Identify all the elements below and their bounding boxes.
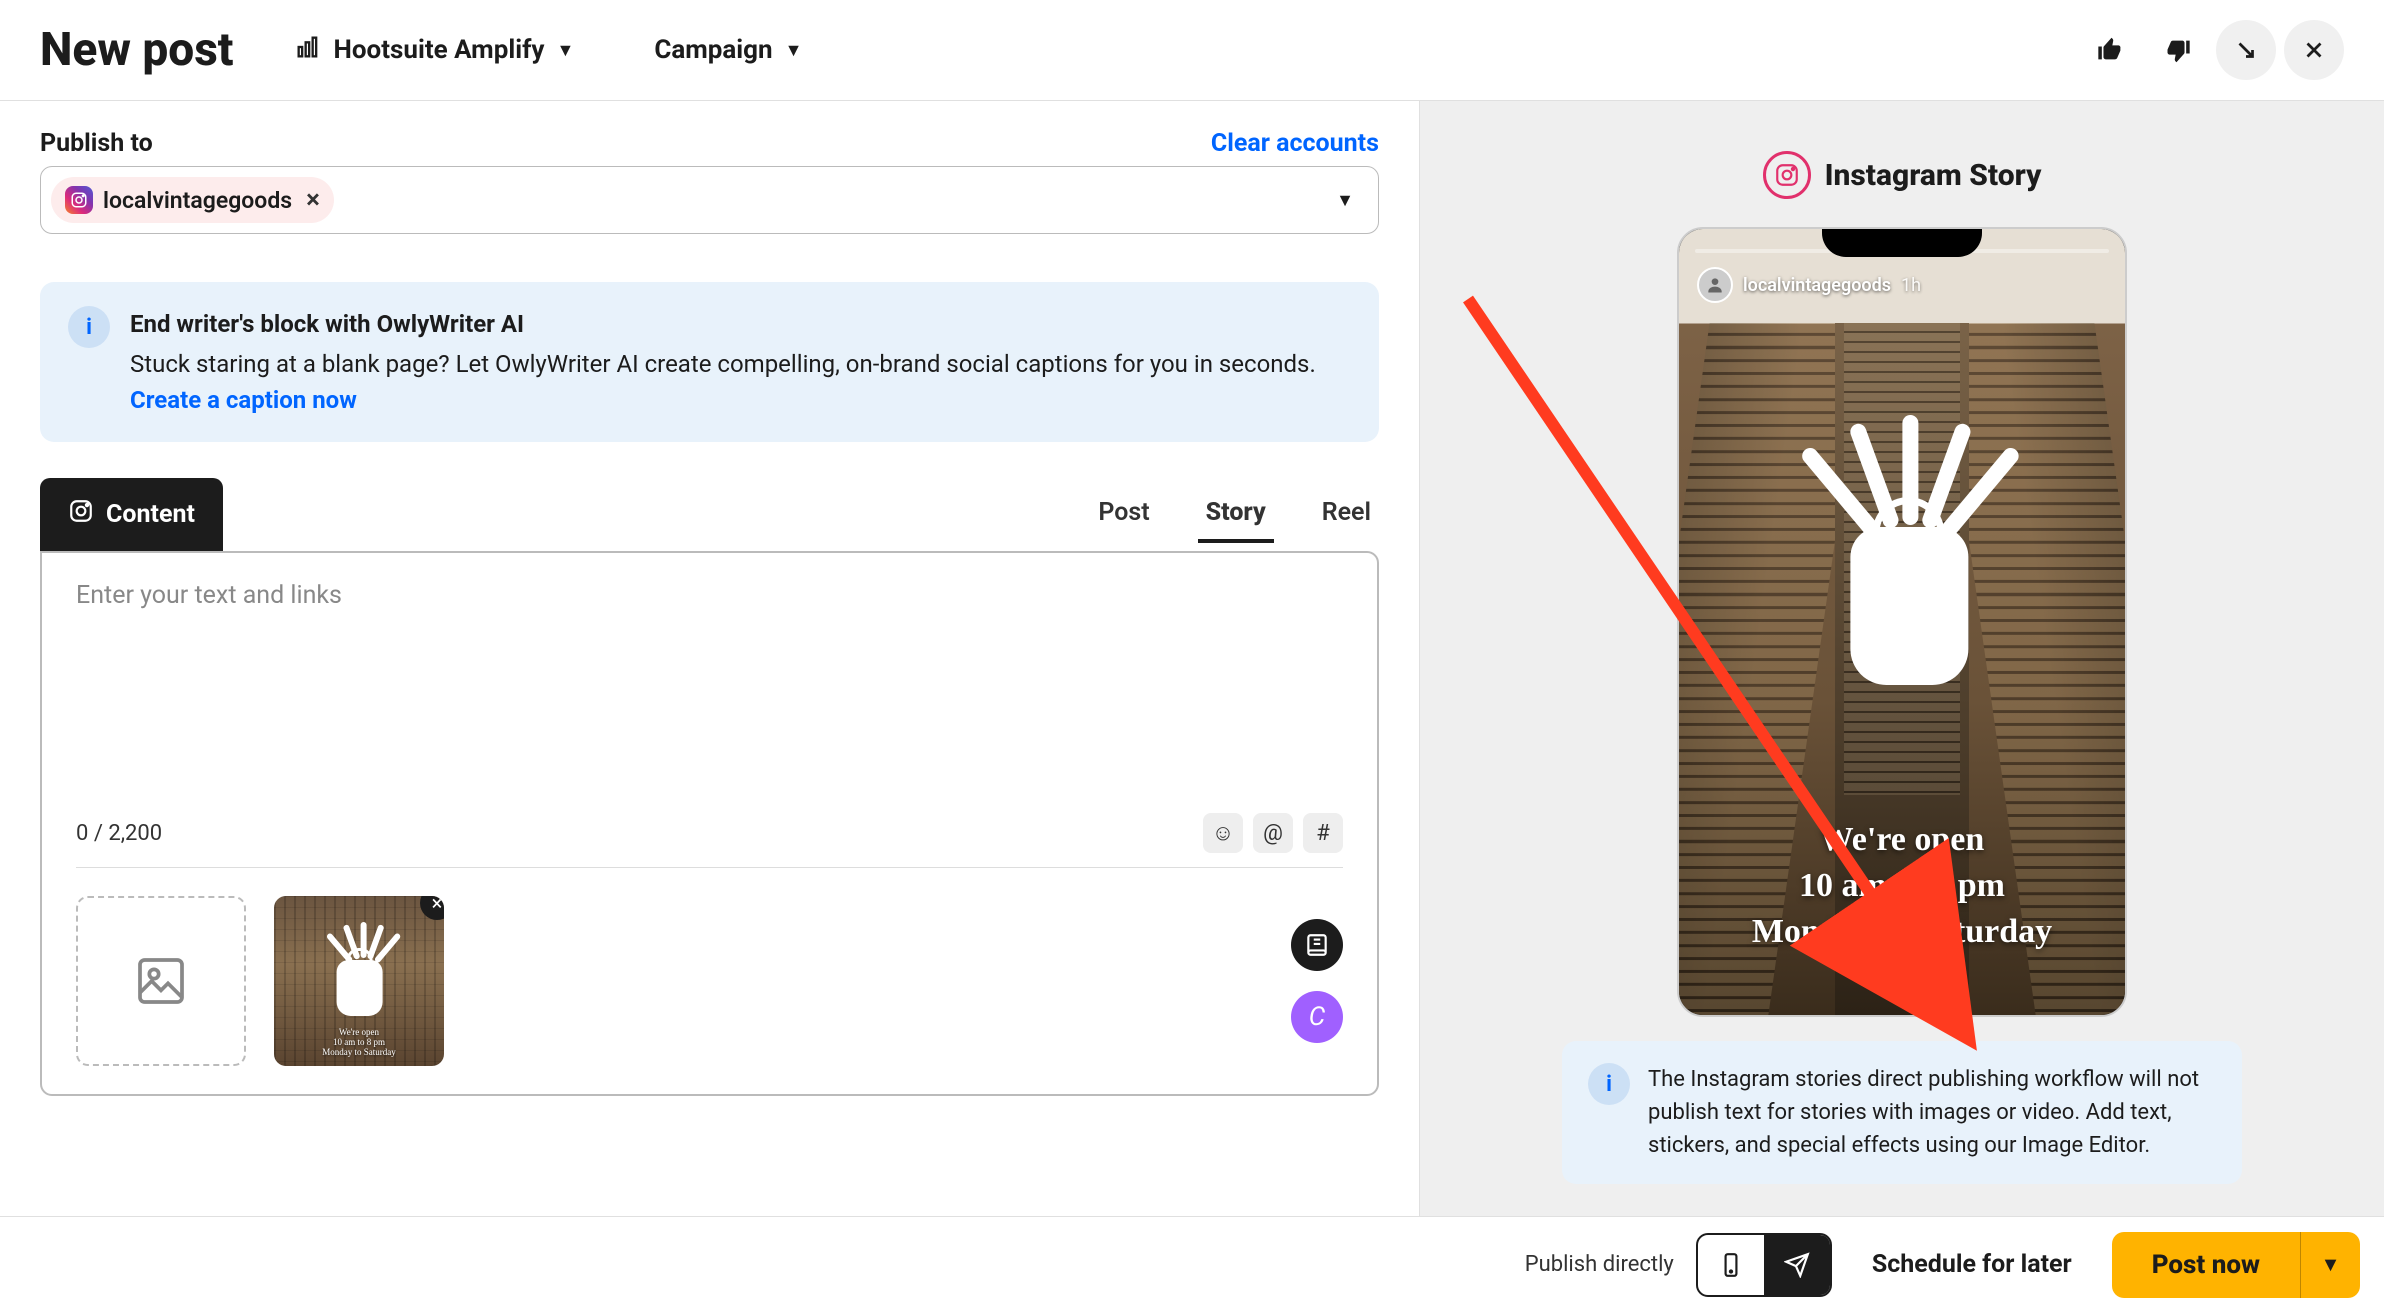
info-icon: i [68,306,110,348]
subtab-post[interactable]: Post [1090,486,1157,543]
preview-username: localvintagegoods [1743,275,1891,296]
caption-input[interactable]: Enter your text and links [42,553,1377,813]
compose-panel: Publish to Clear accounts localvintagego… [0,101,1420,1228]
mention-button[interactable]: @ [1253,813,1293,853]
account-chip: localvintagegoods × [51,177,334,223]
page-title: New post [40,23,234,77]
emoji-button[interactable]: ☺ [1203,813,1243,853]
info-icon: i [1588,1063,1630,1105]
content-tab-label: Content [106,500,195,529]
media-library-button[interactable] [1291,919,1343,971]
mobile-mode-button[interactable] [1698,1235,1764,1295]
content-tab[interactable]: Content [40,478,223,551]
campaign-dropdown[interactable]: Campaign ▼ [634,23,822,77]
publish-to-label: Publish to [40,129,153,158]
chevron-down-icon[interactable]: ▼ [1322,190,1368,211]
publish-mode-toggle [1696,1233,1832,1297]
footer: Publish directly Schedule for later Post… [0,1216,2384,1312]
owlywriter-title: End writer's block with OwlyWriter AI [130,306,1351,342]
story-graphic [1796,419,2016,739]
instagram-icon [65,186,93,214]
owlywriter-body: Stuck staring at a blank page? Let OwlyW… [130,350,1316,378]
preview-time: 1h [1901,275,1921,296]
post-now-dropdown[interactable]: ▼ [2300,1232,2360,1298]
media-thumbnail[interactable]: We're open10 am to 8 pmMonday to Saturda… [274,896,444,1066]
minimize-button[interactable] [2216,20,2276,80]
post-editor: Enter your text and links 0 / 2,200 ☺ @ … [40,551,1379,1096]
instagram-icon [68,498,94,531]
story-text: We're open 10 am to 8 pm Monday to Satur… [1679,817,2125,955]
post-now-group: Post now ▼ [2112,1232,2360,1298]
preview-info-text: The Instagram stories direct publishing … [1648,1063,2216,1162]
amplify-dropdown[interactable]: Hootsuite Amplify ▼ [274,21,595,80]
preview-info-card: i The Instagram stories direct publishin… [1562,1041,2242,1184]
owlywriter-card: i End writer's block with OwlyWriter AI … [40,282,1379,442]
campaign-label: Campaign [654,35,772,65]
account-name: localvintagegoods [103,187,292,214]
close-button[interactable] [2284,20,2344,80]
amplify-label: Hootsuite Amplify [334,35,545,65]
story-preview: localvintagegoods 1h We're open 10 am to… [1677,227,2127,1017]
preview-title: Instagram Story [1825,158,2042,193]
schedule-later-button[interactable]: Schedule for later [1854,1250,2090,1279]
hashtag-button[interactable]: # [1303,813,1343,853]
header: New post Hootsuite Amplify ▼ Campaign ▼ [0,0,2384,101]
subtab-reel[interactable]: Reel [1314,486,1379,543]
create-caption-link[interactable]: Create a caption now [130,386,357,414]
instagram-icon [1763,151,1811,199]
thumb-caption: We're open10 am to 8 pmMonday to Saturda… [274,1028,444,1058]
clear-accounts-link[interactable]: Clear accounts [1211,129,1379,158]
avatar [1697,267,1733,303]
chevron-down-icon: ▼ [785,40,803,61]
thumbs-up-button[interactable] [2080,20,2140,80]
account-selector[interactable]: localvintagegoods × ▼ [40,166,1379,234]
add-media-button[interactable] [76,896,246,1066]
chevron-down-icon: ▼ [556,40,574,61]
canva-button[interactable]: C [1291,991,1343,1043]
subtab-story[interactable]: Story [1198,486,1274,543]
thumbs-down-button[interactable] [2148,20,2208,80]
publish-directly-label: Publish directly [1525,1252,1674,1277]
remove-account-icon[interactable]: × [306,185,320,215]
char-count: 0 / 2,200 [76,821,162,846]
preview-panel: Instagram Story localvintagegoods 1h [1420,101,2384,1228]
direct-mode-button[interactable] [1764,1235,1830,1295]
amplify-icon [294,33,322,68]
post-now-button[interactable]: Post now [2112,1232,2300,1298]
